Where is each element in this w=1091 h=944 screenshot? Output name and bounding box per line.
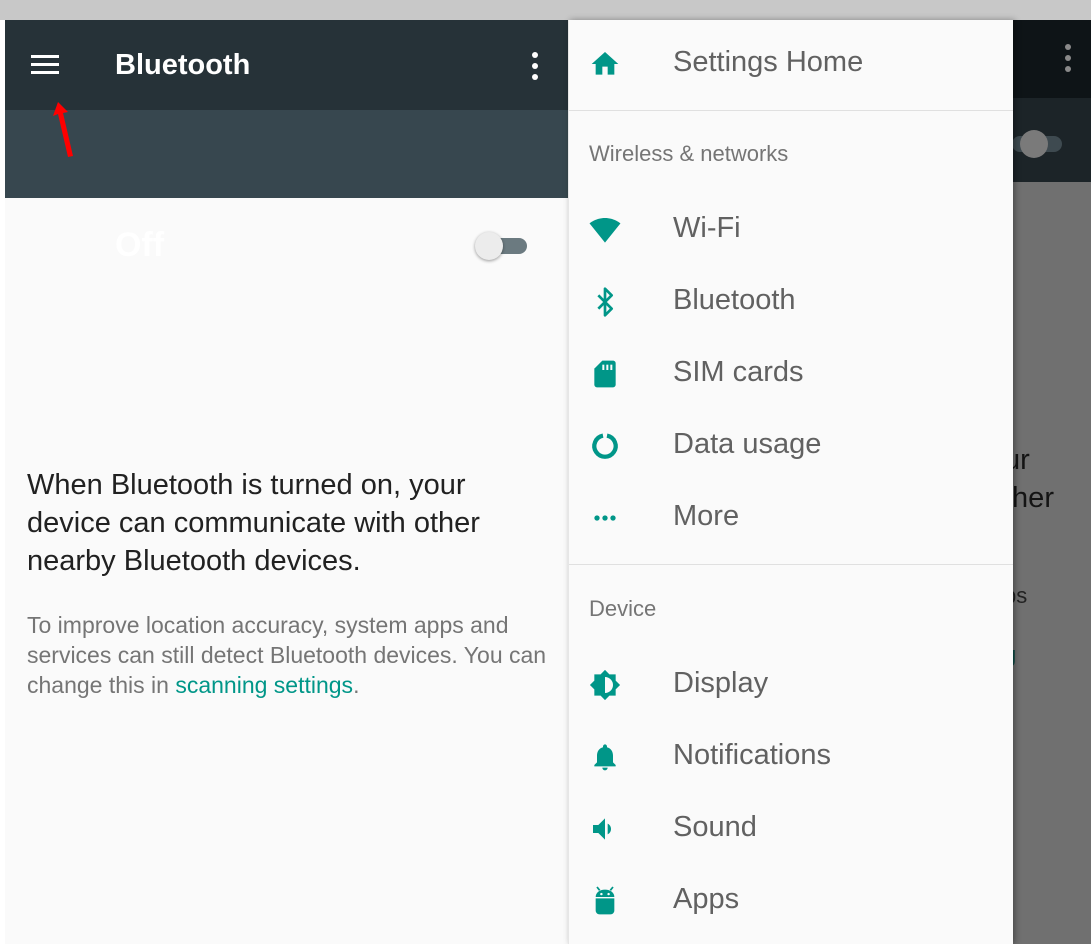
home-icon <box>591 52 619 75</box>
divider <box>569 110 1013 111</box>
drawer-item-settings-home[interactable]: Settings Home <box>569 32 1013 96</box>
wifi-icon <box>589 218 621 243</box>
drawer-item-label: Bluetooth <box>673 284 796 316</box>
background-text-fragment: ur <box>1012 444 1030 476</box>
switch-label: Off <box>115 226 165 264</box>
divider <box>569 564 1013 565</box>
volume-icon <box>593 818 611 840</box>
section-header-device: Device <box>589 596 657 621</box>
page-title: Bluetooth <box>115 49 251 81</box>
drawer-item-sim-cards[interactable]: SIM cards <box>569 342 1013 406</box>
scanning-settings-link[interactable]: scanning settings <box>175 672 353 698</box>
background-screen: ur ther ps g <box>1012 20 1091 944</box>
drawer-item-data-usage[interactable]: Data usage <box>569 414 1013 478</box>
brightness-icon <box>589 669 621 701</box>
background-text-fragment: ther <box>1012 482 1054 514</box>
navigation-drawer: Settings Home Wireless & networks Wi-Fi … <box>568 20 1013 944</box>
bluetooth-icon <box>597 287 613 317</box>
annotation-arrow-icon <box>53 102 73 157</box>
bluetooth-screen: Bluetooth Off When Bluetooth is turned o… <box>5 20 568 944</box>
drawer-item-label: Settings Home <box>673 46 864 78</box>
drawer-item-label: SIM cards <box>673 356 804 388</box>
drawer-item-label: More <box>673 500 740 532</box>
sim-card-icon <box>594 360 616 388</box>
background-toggle <box>1012 128 1076 158</box>
section-header-wireless: Wireless & networks <box>589 141 789 166</box>
bluetooth-toggle[interactable] <box>475 230 529 260</box>
drawer-item-more[interactable]: More <box>569 486 1013 550</box>
android-icon <box>595 886 615 915</box>
drawer-item-notifications[interactable]: Notifications <box>569 725 1013 789</box>
drawer-item-label: Apps <box>673 883 740 915</box>
drawer-item-label: Display <box>673 667 769 699</box>
menu-icon[interactable] <box>29 53 61 77</box>
background-toolbar <box>1012 20 1091 98</box>
bluetooth-switch-bar[interactable]: Off <box>5 110 568 264</box>
drawer-item-bluetooth[interactable]: Bluetooth <box>569 270 1013 334</box>
background-more-vert-icon <box>1060 42 1076 74</box>
scanning-note: To improve location accuracy, system app… <box>27 610 547 700</box>
toolbar: Bluetooth <box>5 20 568 110</box>
data-usage-icon <box>592 433 618 459</box>
drawer-item-label: Sound <box>673 811 757 843</box>
drawer-item-display[interactable]: Display <box>569 653 1013 717</box>
drawer-item-sound[interactable]: Sound <box>569 797 1013 861</box>
bell-icon <box>594 744 616 771</box>
drawer-item-label: Data usage <box>673 428 822 460</box>
drawer-item-wifi[interactable]: Wi-Fi <box>569 198 1013 262</box>
top-strip <box>0 0 1091 20</box>
drawer-item-label: Notifications <box>673 739 831 771</box>
more-horiz-icon <box>594 515 616 521</box>
bluetooth-description: When Bluetooth is turned on, your device… <box>27 469 480 577</box>
drawer-item-label: Wi-Fi <box>673 212 741 244</box>
background-text-fragment: ps <box>1012 583 1028 608</box>
drawer-item-apps[interactable]: Apps <box>569 869 1013 933</box>
scanning-note-suffix: . <box>353 672 360 698</box>
more-vert-icon[interactable] <box>527 50 543 82</box>
